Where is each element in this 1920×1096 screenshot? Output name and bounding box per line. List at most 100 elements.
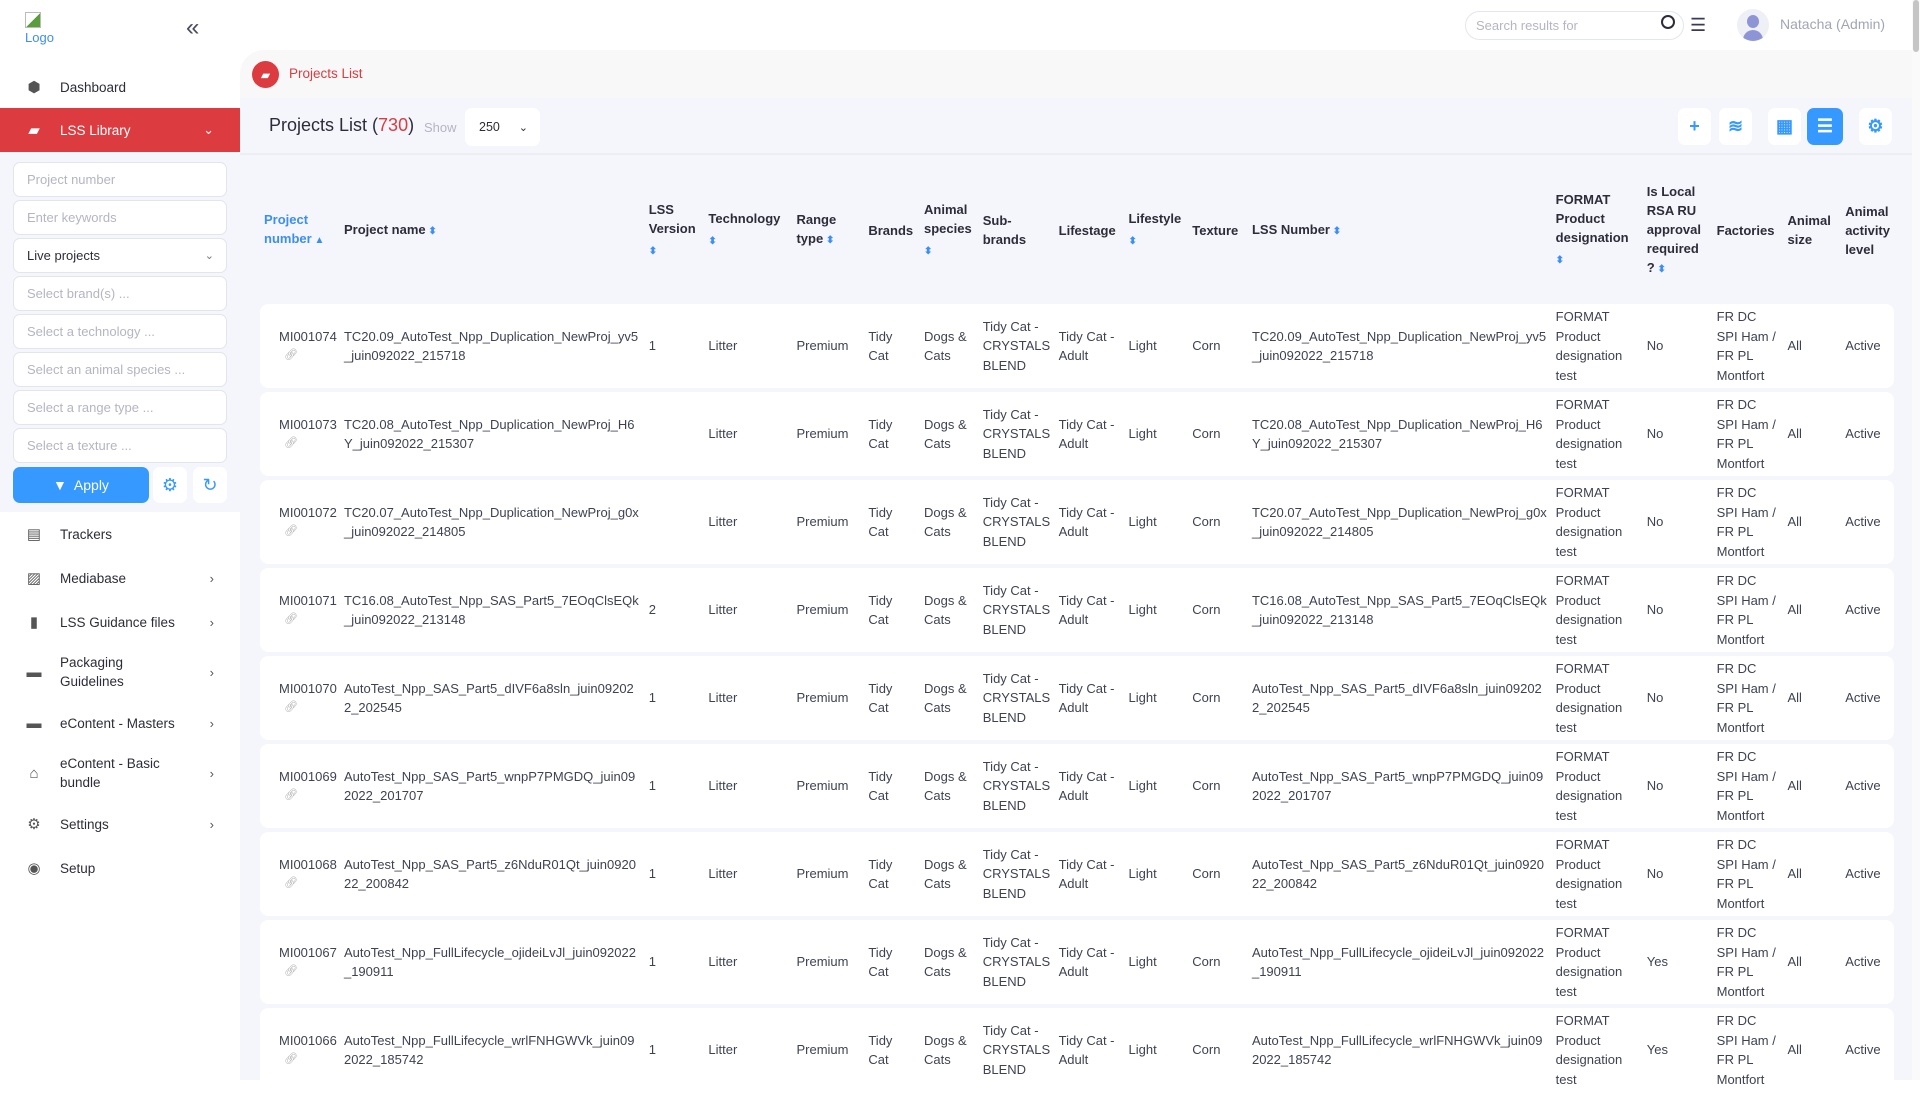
subbrands-text: Tidy Cat - CRYSTALS BLEND	[982, 846, 1051, 901]
avatar[interactable]	[1737, 9, 1769, 41]
sidebar-item-econtent-basic-bundle[interactable]: ⌂ eContent - Basic bundle ›	[0, 753, 240, 793]
animal-species-select[interactable]: Select an animal species ...	[13, 352, 227, 387]
project-status-select[interactable]: Live projects ⌄	[13, 238, 227, 273]
range-type-select[interactable]: Select a range type ...	[13, 390, 227, 425]
cell-range: Premium	[792, 1008, 865, 1092]
cell-name: TC20.08_AutoTest_Npp_Duplication_NewProj…	[339, 392, 645, 476]
sort-icon[interactable]: ⬍	[1655, 264, 1666, 275]
table-row[interactable]: MI001070 🔗︎ AutoTest_Npp_SAS_Part5_dIVF6a8…	[260, 656, 1894, 740]
column-header[interactable]: LSS Version ⬍	[645, 160, 705, 300]
filter-settings-button[interactable]: ⚙	[153, 467, 187, 503]
column-header[interactable]: Range type ⬍	[792, 160, 864, 300]
table-row[interactable]: MI001071 🔗︎ TC16.08_AutoTest_Npp_SAS_Part5…	[260, 568, 1894, 652]
apply-button[interactable]: ▼ Apply	[13, 467, 149, 503]
sidebar-item-econtent-masters[interactable]: ▬ eContent - Masters ›	[0, 707, 240, 739]
link-icon[interactable]: 🔗︎	[284, 522, 336, 542]
brands-select[interactable]: Select brand(s) ...	[13, 276, 227, 311]
number-text[interactable]: MI001067	[279, 945, 337, 960]
column-header[interactable]: Animal species ⬍	[920, 160, 979, 300]
number-text[interactable]: MI001073	[279, 417, 337, 432]
breadcrumb-item[interactable]: Projects List	[289, 66, 363, 81]
number-text[interactable]: MI001072	[279, 505, 337, 520]
link-icon[interactable]: 🔗︎	[284, 874, 336, 894]
column-header[interactable]: Is Local RSA RU approval required ? ⬍	[1643, 160, 1713, 300]
cell-texture: Corn	[1188, 744, 1248, 828]
collapse-sidebar-icon[interactable]: «	[186, 14, 199, 42]
number-text[interactable]: MI001070	[279, 681, 337, 696]
logo[interactable]: Logo	[25, 12, 54, 45]
sort-icon[interactable]: ⬍	[1128, 236, 1136, 247]
column-header[interactable]: Technology ⬍	[704, 160, 792, 300]
add-project-button[interactable]: +	[1678, 108, 1711, 145]
scrollbar-thumb[interactable]	[1913, 0, 1919, 52]
table-row[interactable]: MI001074 🔗︎ TC20.09_AutoTest_Npp_Duplicati…	[260, 304, 1894, 388]
link-icon[interactable]: 🔗︎	[284, 786, 336, 806]
reset-filters-button[interactable]: ↻	[193, 467, 227, 503]
page-size-select[interactable]: 250 ⌄	[465, 108, 540, 146]
sort-icon[interactable]: ⬍	[708, 236, 716, 247]
link-icon[interactable]: 🔗︎	[284, 698, 336, 718]
list-view-button[interactable]: ☰	[1807, 108, 1843, 145]
sidebar-item-settings[interactable]: ⚙ Settings ›	[0, 808, 240, 840]
number-text[interactable]: MI001069	[279, 769, 337, 784]
sort-icon[interactable]: ⬍	[649, 246, 657, 257]
number-text[interactable]: MI001068	[279, 857, 337, 872]
table-row[interactable]: MI001069 🔗︎ AutoTest_Npp_SAS_Part5_wnpP7PM…	[260, 744, 1894, 828]
cell-number: MI001069 🔗︎	[260, 744, 340, 828]
cell-lss-number: TC20.08_AutoTest_Npp_Duplication_NewProj…	[1247, 392, 1552, 476]
grid-view-button[interactable]: ▦	[1768, 108, 1801, 145]
table-row[interactable]: MI001066 🔗︎ AutoTest_Npp_FullLifecycle_wrl…	[260, 1008, 1894, 1092]
technology-select[interactable]: Select a technology ...	[13, 314, 227, 349]
user-name[interactable]: Natacha (Admin)	[1780, 16, 1885, 32]
search-input[interactable]: Search results for	[1465, 11, 1684, 40]
layers-button[interactable]: ≋	[1719, 108, 1752, 145]
project-number-input[interactable]: Project number	[13, 162, 227, 197]
number-text[interactable]: MI001066	[279, 1033, 337, 1048]
cell-number: MI001073 🔗︎	[260, 392, 340, 476]
link-icon[interactable]: 🔗︎	[284, 1050, 336, 1070]
link-icon[interactable]: 🔗︎	[284, 434, 336, 454]
sort-icon[interactable]: ▲	[312, 235, 324, 246]
sort-icon[interactable]: ⬍	[1556, 255, 1564, 266]
sort-icon[interactable]: ⬍	[924, 246, 932, 257]
cell-activity: Active	[1841, 568, 1894, 652]
sidebar-item-lss-library[interactable]: ▰ LSS Library ⌄	[0, 108, 240, 152]
table-row[interactable]: MI001067 🔗︎ AutoTest_Npp_FullLifecycle_oji…	[260, 920, 1894, 1004]
sort-icon[interactable]: ⬍	[823, 235, 834, 246]
lss-number-text: AutoTest_Npp_SAS_Part5_dIVF6a8sln_juin09…	[1251, 680, 1542, 716]
texture-select[interactable]: Select a texture ...	[13, 428, 227, 463]
table-row[interactable]: MI001068 🔗︎ AutoTest_Npp_SAS_Part5_z6NduR0…	[260, 832, 1894, 916]
list-menu-icon[interactable]: ☰	[1690, 15, 1706, 36]
sidebar-item-trackers[interactable]: ▤ Trackers	[0, 518, 240, 550]
link-icon[interactable]: 🔗︎	[284, 610, 336, 630]
column-header[interactable]: Project number ▲	[260, 160, 340, 300]
column-header[interactable]: Lifestyle ⬍	[1124, 160, 1188, 300]
sort-icon[interactable]: ⬍	[1330, 226, 1341, 237]
sidebar-item-setup[interactable]: ◉ Setup	[0, 852, 240, 884]
cell-size: All	[1783, 832, 1842, 916]
cell-name: AutoTest_Npp_SAS_Part5_dIVF6a8sln_juin09…	[339, 656, 645, 740]
search-icon[interactable]	[1661, 15, 1675, 29]
sort-icon[interactable]: ⬍	[426, 226, 436, 237]
cell-activity: Active	[1841, 832, 1894, 916]
keywords-input[interactable]: Enter keywords	[13, 200, 227, 235]
brands-text: Tidy Cat	[868, 416, 893, 452]
sidebar-item-lss-guidance-files[interactable]: ▮ LSS Guidance files ›	[0, 606, 240, 638]
table-settings-button[interactable]: ⚙	[1859, 108, 1892, 145]
number-text[interactable]: MI001074	[279, 329, 337, 344]
sidebar-item-mediabase[interactable]: ▨ Mediabase ›	[0, 562, 240, 594]
column-header[interactable]: LSS Number ⬍	[1248, 160, 1552, 300]
cell-brands: Tidy Cat	[864, 568, 921, 652]
link-icon[interactable]: 🔗︎	[284, 962, 336, 982]
version-text: 1	[648, 690, 656, 706]
column-header[interactable]: Project name ⬍	[340, 160, 645, 300]
sidebar-item-dashboard[interactable]: ⬢ Dashboard	[0, 70, 240, 104]
table-row[interactable]: MI001072 🔗︎ TC20.07_AutoTest_Npp_Duplicati…	[260, 480, 1894, 564]
sidebar-item-packaging-guidelines[interactable]: ▬ Packaging Guidelines ›	[0, 652, 240, 692]
cell-format: FORMAT Product designation test	[1551, 568, 1643, 652]
number-text[interactable]: MI001071	[279, 593, 337, 608]
link-icon[interactable]: 🔗︎	[284, 346, 336, 366]
table-row[interactable]: MI001073 🔗︎ TC20.08_AutoTest_Npp_Duplicati…	[260, 392, 1894, 476]
column-header[interactable]: FORMAT Product designation ⬍	[1552, 160, 1643, 300]
scrollbar[interactable]	[1912, 0, 1920, 1080]
